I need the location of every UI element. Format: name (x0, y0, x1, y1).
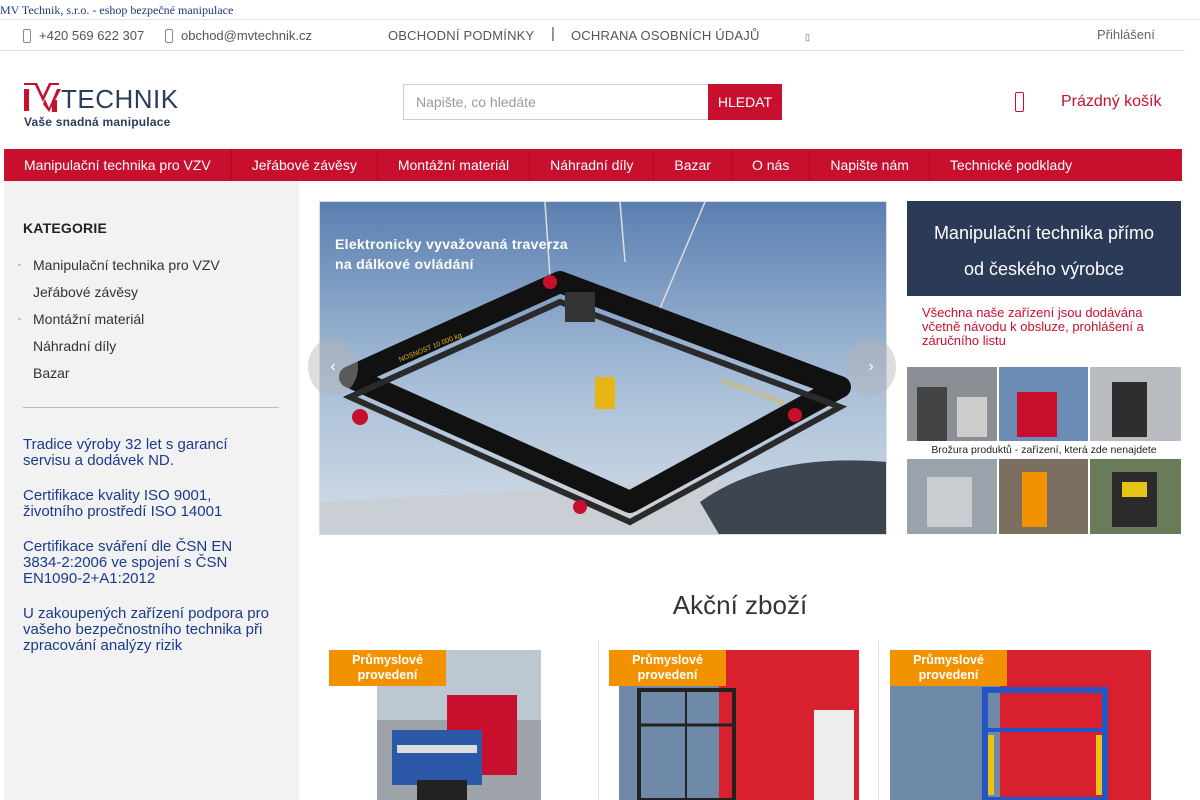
link-separator: | (551, 25, 555, 42)
facebook-icon[interactable]: ▯ (805, 32, 810, 43)
product-badge: Průmyslové provedení (890, 650, 1007, 686)
category-list: ▫ Manipulační technika pro VZV Jeřábové z… (18, 257, 220, 392)
nav-item-crane[interactable]: Jeřábové závěsy (232, 149, 378, 181)
search-input[interactable] (403, 84, 708, 120)
promo-text: Certifikace kvality ISO 9001, životního … (23, 487, 223, 520)
svg-text:TECHNIK: TECHNIK (61, 84, 179, 114)
product-badge: Průmyslové provedení (329, 650, 446, 686)
hero-slider[interactable]: NOSNOST 10 000 kg NOSNOST 10 000 kg Elek… (319, 201, 887, 535)
product-badge: Průmyslové provedení (609, 650, 726, 686)
product-card[interactable]: Průmyslové provedení (319, 640, 599, 800)
promo-text: Tradice výroby 32 let s garancí servisu … (23, 436, 228, 469)
search-button[interactable]: HLEDAT (708, 84, 782, 120)
cart-icon[interactable] (1015, 92, 1024, 112)
nav-item-assembly[interactable]: Montážní materiál (378, 149, 531, 181)
brochure-caption: Brožura produktů - zařízení, která zde n… (907, 441, 1181, 459)
phone-number: +420 569 622 307 (39, 28, 145, 43)
email-address: obchod@mvtechnik.cz (181, 28, 312, 43)
promo-text: Certifikace sváření dle ČSN EN 3834-2:20… (23, 538, 233, 587)
slider-prev-icon[interactable]: ‹ (308, 338, 358, 396)
expand-icon[interactable]: ▫ (18, 316, 20, 323)
top-bar: +420 569 622 307 obchod@mvtechnik.cz OBC… (0, 20, 1185, 51)
slider-next-icon[interactable]: › (846, 338, 896, 396)
slide-caption: Elektronicky vyvažovaná traverza na dálk… (335, 236, 568, 272)
phone-icon (23, 28, 31, 43)
page-title: MV Technik, s.r.o. - eshop bezpečné mani… (0, 0, 1200, 20)
nav-item-docs[interactable]: Technické podklady (930, 149, 1092, 181)
terms-link[interactable]: OBCHODNÍ PODMÍNKY (388, 28, 534, 43)
category-heading: KATEGORIE (23, 220, 107, 236)
logo-wordmark: TECHNIK (24, 83, 179, 114)
main-nav: Manipulační technika pro VZV Jeřábové zá… (4, 149, 1182, 181)
sidebar-divider (23, 407, 279, 408)
login-link[interactable]: Přihlášení (1097, 27, 1155, 42)
category-item[interactable]: ▫ Montážní materiál (18, 311, 220, 338)
nav-item-parts[interactable]: Náhradní díly (530, 149, 655, 181)
brochure-banner[interactable]: Brožura produktů - zařízení, která zde n… (907, 367, 1181, 534)
expand-icon[interactable]: ▫ (18, 262, 20, 269)
phone-contact[interactable]: +420 569 622 307 (23, 28, 144, 43)
cart-label[interactable]: Prázdný košík (1061, 93, 1161, 111)
manufacturer-banner[interactable]: Manipulační technika přímo od českého vý… (907, 201, 1181, 296)
sale-section-title: Akční zboží (672, 590, 808, 620)
promo-list: Tradice výroby 32 let s garancí servisu … (23, 437, 273, 673)
nav-item-vzv[interactable]: Manipulační technika pro VZV (4, 149, 232, 181)
sidebar: KATEGORIE ▫ Manipulační technika pro VZV … (4, 181, 299, 800)
promo-text: U zakoupených zařízení podpora pro vašeh… (23, 605, 269, 654)
category-item[interactable]: Náhradní díly (18, 338, 220, 365)
logo[interactable]: TECHNIK Vaše snadná manipulace (23, 82, 223, 130)
email-contact[interactable]: obchod@mvtechnik.cz (165, 28, 312, 43)
nav-item-about[interactable]: O nás (732, 149, 811, 181)
privacy-link[interactable]: OCHRANA OSOBNÍCH ÚDAJŮ (571, 28, 760, 43)
product-card[interactable]: Průmyslové provedení (599, 640, 879, 800)
product-card[interactable]: Průmyslové provedení (880, 640, 1160, 800)
nav-item-contact[interactable]: Napište nám (810, 149, 930, 181)
category-item[interactable]: Jeřábové závěsy (18, 284, 220, 311)
logo-tagline: Vaše snadná manipulace (24, 115, 171, 129)
delivery-note: Všechna naše zařízení jsou dodávána včet… (922, 305, 1144, 348)
category-item[interactable]: ▫ Manipulační technika pro VZV (18, 257, 220, 284)
header: TECHNIK Vaše snadná manipulace HLEDAT Pr… (0, 51, 1200, 148)
category-item[interactable]: Bazar (18, 365, 220, 392)
email-icon (165, 28, 173, 43)
nav-item-bazar[interactable]: Bazar (654, 149, 732, 181)
